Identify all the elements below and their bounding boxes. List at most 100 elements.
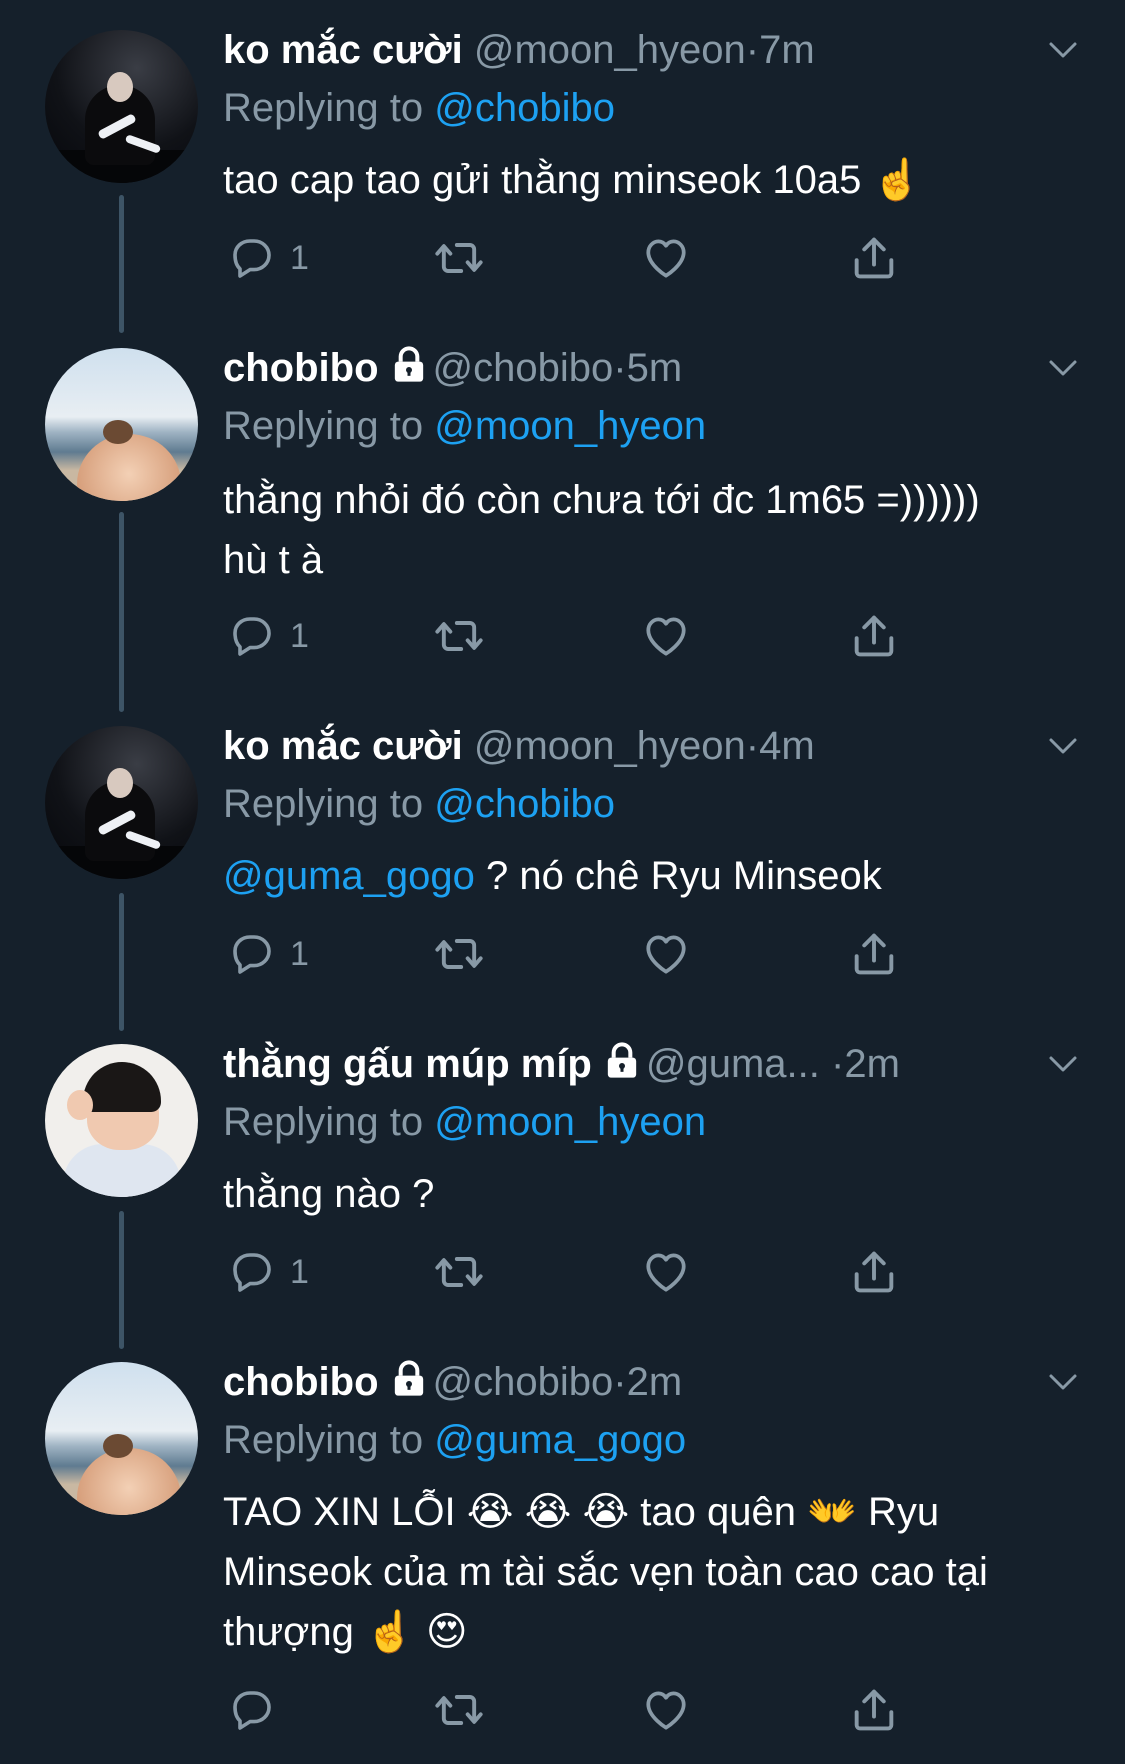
thread-line: [119, 195, 124, 333]
lock-icon: [389, 1359, 429, 1399]
reply-prefix: Replying to: [223, 782, 424, 826]
reply-mention-link[interactable]: @moon_hyeon: [434, 1100, 706, 1144]
reply-button[interactable]: 1: [228, 926, 309, 982]
reply-icon: [228, 234, 276, 282]
tweet-actions: [223, 1682, 943, 1738]
retweet-button[interactable]: [433, 1244, 485, 1300]
tweet-text: thằng nào ?: [223, 1172, 435, 1216]
avatar[interactable]: [45, 1044, 198, 1197]
chevron-down-icon[interactable]: [1045, 1046, 1081, 1082]
user-handle[interactable]: @guma...: [646, 1042, 820, 1086]
share-button[interactable]: [848, 1682, 900, 1738]
user-handle[interactable]: @chobibo: [433, 346, 614, 390]
like-button[interactable]: [641, 926, 691, 982]
reply-button[interactable]: 1: [228, 230, 309, 286]
retweet-button[interactable]: [433, 608, 485, 664]
tweet-text: @guma_gogo ? nó chê Ryu Minseok: [223, 846, 1083, 906]
tweet-actions: 1: [223, 608, 943, 664]
chevron-down-icon[interactable]: [1045, 350, 1081, 386]
timestamp[interactable]: 7m: [759, 28, 815, 72]
display-name[interactable]: chobibo: [223, 346, 379, 390]
tweet-header: chobibo @chobibo·5m: [223, 344, 682, 392]
share-button[interactable]: [848, 230, 900, 286]
share-button[interactable]: [848, 608, 900, 664]
chevron-down-icon[interactable]: [1045, 32, 1081, 68]
user-handle[interactable]: @moon_hyeon: [474, 724, 746, 768]
like-icon: [641, 929, 691, 979]
share-icon: [848, 928, 900, 980]
display-name[interactable]: thằng gấu múp míp: [223, 1042, 592, 1086]
reply-prefix: Replying to: [223, 1100, 424, 1144]
display-name[interactable]: ko mắc cười: [223, 724, 463, 768]
timestamp[interactable]: 2m: [844, 1042, 900, 1086]
user-handle[interactable]: @moon_hyeon: [474, 28, 746, 72]
tweet-header: ko mắc cười @moon_hyeon·7m: [223, 26, 815, 74]
separator-dot: ·: [745, 28, 760, 72]
retweet-button[interactable]: [433, 926, 485, 982]
reply-icon: [228, 1686, 276, 1734]
share-button[interactable]: [848, 926, 900, 982]
body-text: ? nó chê Ryu Minseok: [474, 854, 882, 898]
user-handle[interactable]: @chobibo: [433, 1360, 614, 1404]
share-button[interactable]: [848, 1244, 900, 1300]
tweet-header: chobibo @chobibo·2m: [223, 1358, 682, 1406]
like-button[interactable]: [641, 1244, 691, 1300]
chevron-down-icon[interactable]: [1045, 1364, 1081, 1400]
share-icon: [848, 1684, 900, 1736]
reply-mention-link[interactable]: @moon_hyeon: [434, 404, 706, 448]
timestamp[interactable]: 4m: [759, 724, 815, 768]
retweet-icon: [433, 928, 485, 980]
timestamp[interactable]: 2m: [627, 1360, 683, 1404]
thread-line: [119, 512, 124, 712]
like-button[interactable]: [641, 1682, 691, 1738]
reply-count: 1: [290, 238, 309, 277]
replying-to: Replying to @chobibo: [223, 84, 615, 132]
separator-dot: ·: [745, 724, 760, 768]
like-icon: [641, 1685, 691, 1735]
share-icon: [848, 610, 900, 662]
replying-to: Replying to @moon_hyeon: [223, 402, 706, 450]
replying-to: Replying to @chobibo: [223, 780, 615, 828]
reply-button[interactable]: 1: [228, 608, 309, 664]
thread-line: [119, 893, 124, 1031]
like-button[interactable]: [641, 608, 691, 664]
chevron-down-icon[interactable]: [1045, 728, 1081, 764]
separator-dot: ·: [613, 1360, 627, 1404]
reply-mention-link[interactable]: @guma_gogo: [434, 1418, 686, 1462]
tweet-actions: 1: [223, 926, 943, 982]
avatar[interactable]: [45, 30, 198, 183]
reply-prefix: Replying to: [223, 86, 424, 130]
reply-prefix: Replying to: [223, 404, 424, 448]
retweet-icon: [433, 232, 485, 284]
tweet-text: thằng nhỏi đó còn chưa tới đc 1m65 =))))…: [223, 478, 980, 582]
reply-mention-link[interactable]: @chobibo: [434, 86, 615, 130]
avatar[interactable]: [45, 348, 198, 501]
reply-count: 1: [290, 1252, 309, 1291]
avatar[interactable]: [45, 1362, 198, 1515]
retweet-button[interactable]: [433, 1682, 485, 1738]
retweet-button[interactable]: [433, 230, 485, 286]
display-name[interactable]: chobibo: [223, 1360, 379, 1404]
tweet-header: thằng gấu múp míp @guma... ·2m: [223, 1040, 900, 1088]
reply-mention-link[interactable]: @chobibo: [434, 782, 615, 826]
replying-to: Replying to @guma_gogo: [223, 1416, 686, 1464]
body-mention-link[interactable]: @guma_gogo: [223, 854, 475, 898]
separator-dot: ·: [613, 346, 627, 390]
like-button[interactable]: [641, 230, 691, 286]
lock-icon: [602, 1041, 642, 1081]
retweet-icon: [433, 1684, 485, 1736]
reply-count: 1: [290, 616, 309, 655]
reply-button[interactable]: 1: [228, 1244, 309, 1300]
display-name[interactable]: ko mắc cười: [223, 28, 463, 72]
tweet-actions: 1: [223, 1244, 943, 1300]
avatar[interactable]: [45, 726, 198, 879]
reply-icon: [228, 930, 276, 978]
thread-line: [119, 1211, 124, 1349]
tweet-actions: 1: [223, 230, 943, 286]
share-icon: [848, 232, 900, 284]
reply-button[interactable]: [228, 1682, 290, 1738]
retweet-icon: [433, 1246, 485, 1298]
lock-icon: [389, 345, 429, 385]
timestamp[interactable]: 5m: [627, 346, 683, 390]
tweet-text: tao cap tao gửi thằng minseok 10a5 ☝️: [223, 158, 923, 202]
